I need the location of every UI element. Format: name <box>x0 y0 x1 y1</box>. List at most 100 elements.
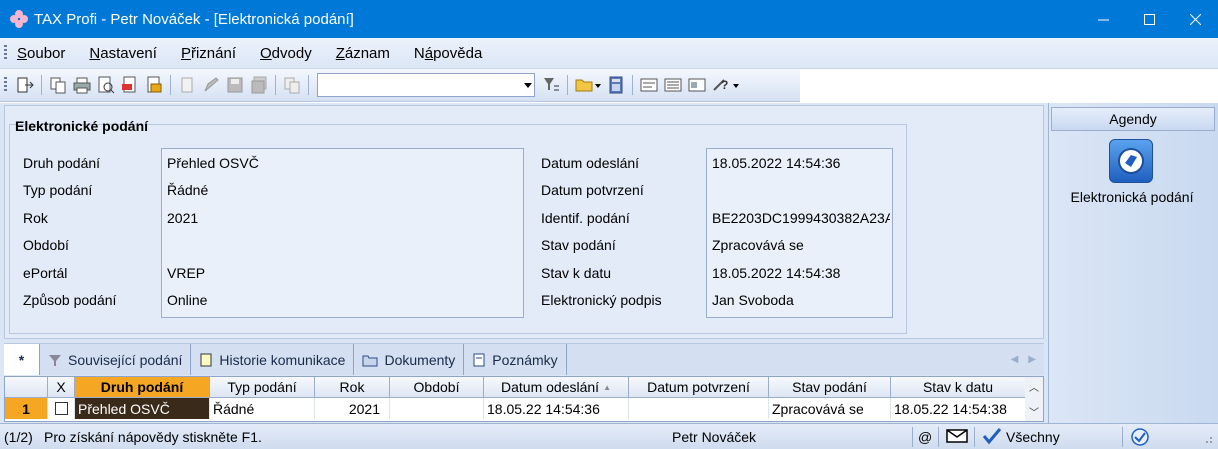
cell-druh-podani[interactable]: Přehled OSVČ <box>75 398 210 419</box>
cell-stav-podani[interactable]: Zpracovává se <box>769 398 891 419</box>
tab-historie-komunikace[interactable]: Historie komunikace <box>191 344 355 375</box>
export-document-icon[interactable] <box>144 75 164 95</box>
cell-datum-odeslani[interactable]: 18.05.22 14:54:36 <box>484 398 629 419</box>
grid-header-druh-podani[interactable]: Druh podání <box>75 377 210 398</box>
sort-indicator-icon: ▲ <box>603 382 611 392</box>
scroll-down-icon[interactable]: ﹀ <box>1029 404 1039 419</box>
sidebar-header[interactable]: Agendy <box>1051 107 1215 131</box>
grid-header-stav-k-datu[interactable]: Stav k datu <box>891 377 1026 398</box>
document-icon <box>199 353 213 367</box>
grid-header-rok[interactable]: Rok <box>315 377 390 398</box>
print-icon[interactable] <box>72 75 92 95</box>
status-user: Petr Nováček <box>672 429 757 445</box>
label-identif-podani: Identif. podání <box>541 210 630 226</box>
menu-priznani[interactable]: Přiznání <box>181 45 236 62</box>
label-rok: Rok <box>23 210 48 226</box>
label-datum-odeslani: Datum odeslání <box>541 155 640 171</box>
maximize-icon <box>1143 13 1155 25</box>
form-icon[interactable] <box>639 75 659 95</box>
menu-odvody[interactable]: Odvody <box>260 45 312 62</box>
help-icon[interactable]: ? <box>711 75 741 95</box>
list-icon[interactable] <box>663 75 683 95</box>
close-button[interactable] <box>1172 0 1218 38</box>
grid-header-obdobi[interactable]: Období <box>390 377 484 398</box>
value-elektronicky-podpis: Jan Svoboda <box>712 292 794 308</box>
maximize-button[interactable] <box>1126 0 1172 38</box>
tab-star[interactable]: * <box>4 344 40 375</box>
menu-grip <box>4 45 7 61</box>
minimize-icon <box>1097 19 1109 20</box>
grid-header-datum-potvrzeni[interactable]: Datum potvrzení <box>629 377 769 398</box>
grid-header: X Druh podání Typ podání Rok Období Datu… <box>5 377 1026 398</box>
row-checkbox-cell[interactable] <box>48 398 75 419</box>
signature-check-icon[interactable] <box>982 427 1002 448</box>
label-eportal: ePortál <box>23 265 68 281</box>
label-zpusob-podani: Způsob podání <box>23 292 117 308</box>
filter-icon <box>48 353 62 367</box>
save-all-icon[interactable] <box>249 75 269 95</box>
main-panel: Elektronické podání Druh podání Typ podá… <box>0 103 1048 423</box>
value-datum-odeslani: 18.05.2022 14:54:36 <box>712 155 841 171</box>
toolbar: ? <box>0 69 800 102</box>
tab-souvisejici-podani[interactable]: Související podání <box>40 344 192 375</box>
export-pdf-icon[interactable] <box>120 75 140 95</box>
row-number: 1 <box>5 398 48 419</box>
menu-napoveda[interactable]: Nápověda <box>414 45 482 62</box>
calculator-icon[interactable] <box>606 75 626 95</box>
title-bar: TAX Profi - Petr Nováček - [Elektronická… <box>0 0 1218 38</box>
electronic-filing-icon[interactable] <box>1109 139 1153 183</box>
menu-soubor[interactable]: Soubor <box>17 45 65 62</box>
minimize-button[interactable] <box>1080 0 1126 38</box>
value-rok: 2021 <box>167 210 199 226</box>
connection-ok-icon[interactable] <box>1130 427 1150 449</box>
menu-nastaveni[interactable]: Nastavení <box>89 45 157 62</box>
new-record-icon[interactable] <box>177 75 197 95</box>
grid-header-x[interactable]: X <box>48 377 75 398</box>
tab-dokumenty[interactable]: Dokumenty <box>354 344 465 375</box>
status-help: Pro získání nápovědy stiskněte F1. <box>44 429 262 445</box>
cell-stav-k-datu[interactable]: 18.05.22 14:54:38 <box>891 398 1026 419</box>
cell-typ-podani[interactable]: Řádné <box>210 398 315 419</box>
value-typ-podani: Řádné <box>167 182 209 198</box>
label-typ-podani: Typ podání <box>23 182 93 198</box>
report-icon[interactable] <box>687 75 707 95</box>
scroll-up-icon[interactable]: ︿ <box>1029 379 1039 394</box>
sidebar-item-elektronicka-podani[interactable]: Elektronická podání <box>1049 189 1215 205</box>
save-icon[interactable] <box>225 75 245 95</box>
table-row[interactable]: 1 Přehled OSVČ Řádné 2021 18.05.22 14:54… <box>5 398 1026 419</box>
section-elektronicke-podani: Elektronické podání Druh podání Typ podá… <box>4 105 1044 339</box>
tab-poznamky[interactable]: Poznámky <box>464 344 567 375</box>
print-preview-icon[interactable] <box>96 75 116 95</box>
search-combo[interactable] <box>317 73 535 97</box>
grid-header-typ-podani[interactable]: Typ podání <box>210 377 315 398</box>
folder-icon[interactable] <box>574 75 602 95</box>
filter-icon[interactable] <box>541 75 561 95</box>
cell-obdobi[interactable] <box>390 398 484 419</box>
tab-scroll-right-icon[interactable]: ▶ <box>1028 354 1036 365</box>
window-title: TAX Profi - Petr Nováček - [Elektronická… <box>34 10 354 28</box>
menu-bar: Soubor Nastavení Přiznání Odvody Záznam … <box>0 38 1218 69</box>
resize-grip-icon[interactable] <box>1202 434 1214 449</box>
records-grid: X Druh podání Typ podání Rok Období Datu… <box>4 376 1044 422</box>
grid-scrollbar[interactable]: ︿ ﹀ <box>1025 377 1043 421</box>
tab-scroll-left-icon[interactable]: ◀ <box>1011 354 1019 365</box>
status-at: @ <box>918 429 933 445</box>
duplicate-icon[interactable] <box>282 75 302 95</box>
chevron-down-icon[interactable] <box>524 83 532 88</box>
cell-datum-potvrzeni[interactable] <box>629 398 769 419</box>
edit-record-icon[interactable] <box>201 75 221 95</box>
row-checkbox[interactable] <box>54 402 68 415</box>
grid-header-stav-podani[interactable]: Stav podání <box>769 377 891 398</box>
cell-rok[interactable]: 2021 <box>315 398 390 419</box>
exit-icon[interactable] <box>15 75 35 95</box>
app-logo-icon <box>10 10 28 28</box>
mail-icon[interactable] <box>946 428 968 447</box>
menu-zaznam[interactable]: Záznam <box>336 45 390 62</box>
close-icon <box>1189 13 1201 25</box>
value-stav-podani: Zpracovává se <box>712 237 804 253</box>
copy-icon[interactable] <box>48 75 68 95</box>
grid-header-datum-odeslani[interactable]: Datum odeslání ▲ <box>484 377 629 398</box>
svg-text:?: ? <box>721 78 728 92</box>
value-stav-k-datu: 18.05.2022 14:54:38 <box>712 265 841 281</box>
value-druh-podani: Přehled OSVČ <box>167 155 259 171</box>
